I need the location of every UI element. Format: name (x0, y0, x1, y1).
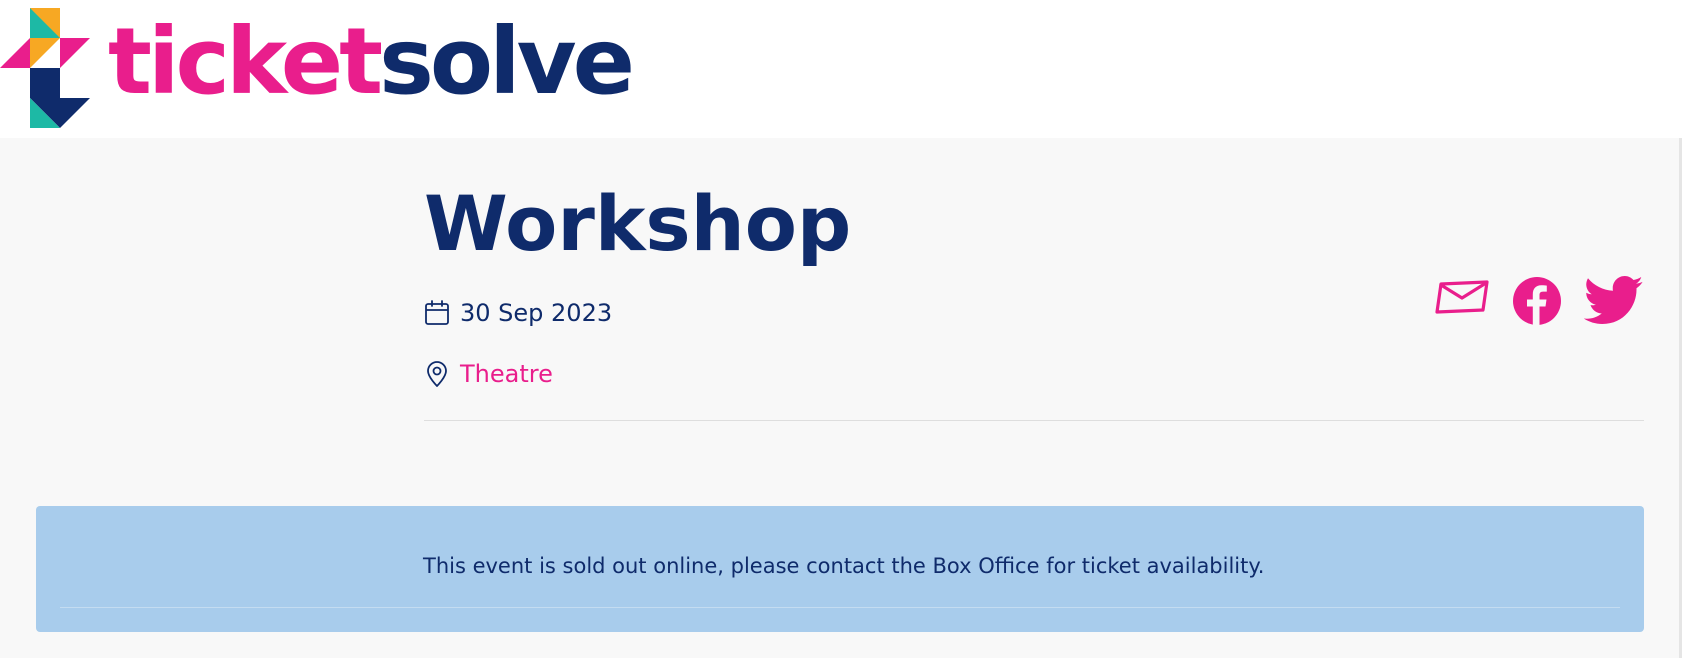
ticketsolve-logo-mark-icon (0, 8, 90, 128)
ticketsolve-logo[interactable]: ticketsolve (0, 4, 635, 130)
event-date: 30 Sep 2023 (424, 299, 612, 327)
sold-out-alert: This event is sold out online, please co… (36, 506, 1644, 632)
event-date-text: 30 Sep 2023 (460, 299, 613, 327)
section-divider (424, 420, 1644, 421)
location-pin-icon (424, 360, 450, 388)
logo-word-ticket: ticket (108, 8, 383, 115)
share-twitter-button[interactable] (1584, 276, 1644, 326)
email-icon (1435, 280, 1489, 314)
alert-divider (60, 607, 1620, 608)
share-facebook-button[interactable] (1512, 276, 1562, 326)
share-email-button[interactable] (1434, 276, 1490, 316)
calendar-icon (424, 299, 450, 327)
twitter-icon (1584, 276, 1643, 324)
sold-out-message: This event is sold out online, please co… (423, 554, 1265, 578)
logo-wordmark: ticketsolve (108, 16, 635, 108)
site-header: ticketsolve (0, 0, 1682, 138)
logo-word-solve: solve (379, 8, 635, 115)
event-venue: Theatre (424, 360, 553, 388)
venue-link[interactable]: Theatre (460, 360, 553, 388)
event-title: Workshop (424, 179, 852, 268)
facebook-icon (1513, 277, 1561, 326)
